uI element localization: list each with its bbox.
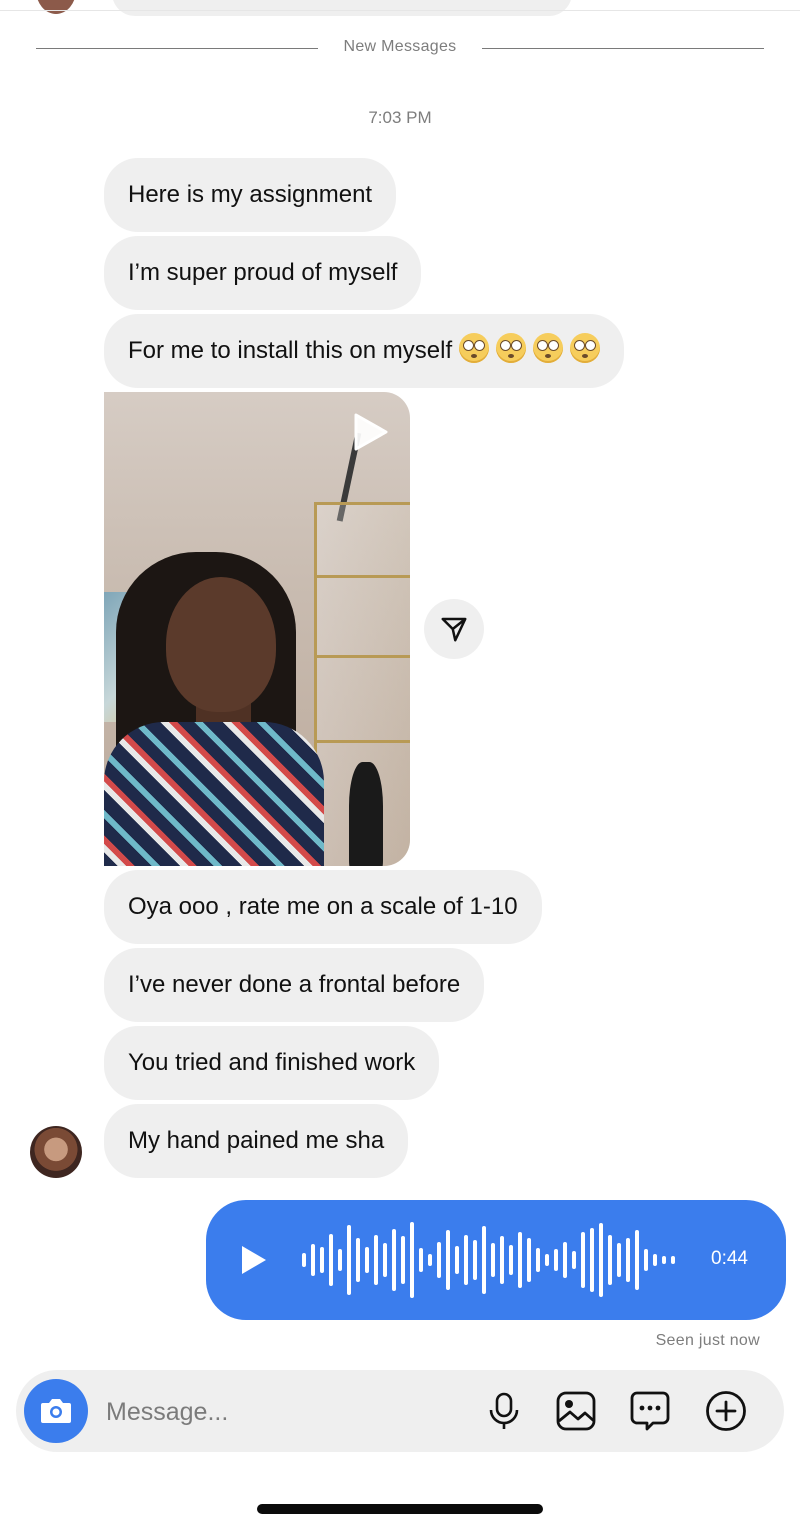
- message-text: I’m super proud of myself: [128, 259, 398, 286]
- voice-message[interactable]: 0:44: [206, 1200, 786, 1320]
- top-separator: [0, 10, 800, 11]
- message-timestamp: 7:03 PM: [368, 108, 432, 127]
- incoming-message[interactable]: My hand pained me sha: [104, 1104, 409, 1178]
- divider-line-left: [36, 48, 318, 49]
- message-text: My hand pained me sha: [128, 1127, 385, 1154]
- black-vase: [349, 762, 383, 866]
- seen-status: Seen just now: [655, 1332, 760, 1349]
- share-video-button[interactable]: [424, 599, 484, 659]
- message-text: I’ve never done a frontal before: [128, 971, 461, 998]
- video-message-thumbnail[interactable]: [104, 392, 410, 866]
- microphone-button[interactable]: [482, 1389, 526, 1433]
- sticker-chat-icon: [630, 1391, 670, 1431]
- add-button[interactable]: [704, 1389, 748, 1433]
- home-indicator: [257, 1504, 543, 1514]
- incoming-message[interactable]: Here is my assignment: [104, 158, 397, 232]
- add-icon: [706, 1391, 746, 1431]
- flushed-face-emoji: [459, 333, 490, 363]
- message-text: Oya ooo , rate me on a scale of 1-10: [128, 893, 518, 920]
- microphone-icon: [489, 1392, 519, 1429]
- new-messages-label: New Messages: [343, 38, 457, 55]
- play-icon[interactable]: [240, 1244, 268, 1276]
- flushed-face-emoji: [533, 333, 564, 363]
- message-composer: [16, 1370, 784, 1452]
- divider-line-right: [482, 48, 764, 49]
- voice-duration: 0:44: [711, 1248, 748, 1269]
- incoming-message[interactable]: You tried and finished work: [104, 1026, 440, 1100]
- message-text: You tried and finished work: [128, 1049, 416, 1076]
- sticker-button[interactable]: [628, 1389, 672, 1433]
- incoming-message[interactable]: For me to install this on myself: [104, 314, 625, 388]
- flushed-face-emoji: [496, 333, 527, 363]
- chat-screen: New Messages 7:03 PM Here is my assignme…: [0, 0, 800, 1529]
- gallery-icon: [556, 1391, 596, 1431]
- incoming-message[interactable]: Oya ooo , rate me on a scale of 1-10: [104, 870, 542, 944]
- camera-icon: [41, 1399, 71, 1423]
- sender-avatar-partial: [36, 0, 76, 14]
- incoming-message[interactable]: I’m super proud of myself: [104, 236, 422, 310]
- message-input[interactable]: [104, 1392, 468, 1432]
- audio-waveform[interactable]: [298, 1218, 688, 1302]
- message-text: Here is my assignment: [128, 181, 373, 208]
- send-icon: [441, 617, 467, 642]
- play-icon[interactable]: [350, 412, 390, 452]
- sender-avatar[interactable]: [30, 1126, 82, 1178]
- message-text: For me to install this on myself: [128, 337, 453, 364]
- message-bubble-partial[interactable]: [112, 0, 572, 16]
- gallery-button[interactable]: [554, 1389, 598, 1433]
- flushed-face-emoji: [570, 333, 601, 363]
- person-dress: [104, 722, 324, 866]
- new-messages-divider: New Messages: [36, 38, 764, 58]
- incoming-message[interactable]: I’ve never done a frontal before: [104, 948, 485, 1022]
- person-face: [166, 577, 276, 712]
- camera-button[interactable]: [24, 1379, 88, 1443]
